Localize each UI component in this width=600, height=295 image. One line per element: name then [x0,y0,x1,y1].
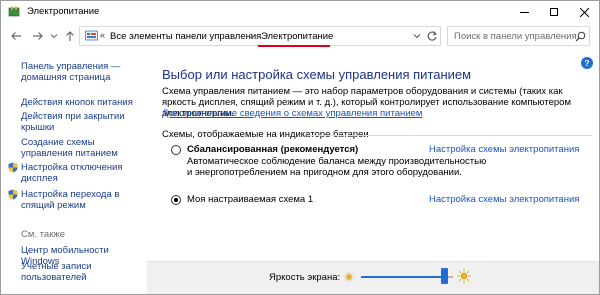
search-icon[interactable] [575,31,586,42]
brightness-bar: Яркость экрана: [147,261,599,294]
plan-balanced-radio[interactable] [171,145,181,155]
chevron-down-icon[interactable] [412,31,422,41]
sidebar-item-display-off[interactable]: Настройка отключения дисплея [21,162,136,184]
breadcrumb-highlight [258,45,330,47]
sidebar-item-sleep[interactable]: Настройка перехода в спящий режим [21,189,136,211]
plan-balanced-label[interactable]: Сбалансированная (рекомендуется) [187,144,358,155]
shield-icon [8,162,18,173]
plan-custom-settings-link[interactable]: Настройка схемы электропитания [429,194,579,205]
breadcrumb-all-items[interactable]: Все элементы панели управления [110,31,261,42]
see-also-heading: См. также [21,229,65,240]
page-title: Выбор или настройка схемы управления пит… [162,67,472,82]
breadcrumb-overflow[interactable]: « [100,30,105,40]
brightness-low-icon [344,272,354,282]
arrow-left-icon [11,32,21,40]
maximize-icon [550,8,558,16]
chevron-down-icon [50,34,58,39]
help-button[interactable]: ? [581,57,593,69]
brightness-high-icon [457,269,471,283]
shield-icon [8,189,18,200]
power-options-icon [8,6,20,17]
sidebar-item-lid-close[interactable]: Действия при закрытии крышки [21,111,131,133]
back-button[interactable] [9,29,23,43]
arrow-up-icon [66,31,74,41]
brightness-label: Яркость экрана: [269,272,341,283]
group-divider [307,135,592,136]
recent-locations-button[interactable] [49,29,59,43]
forward-button[interactable] [31,29,45,43]
refresh-icon[interactable] [426,30,438,42]
navigation-bar: « Все элементы панели управления › Элект… [1,23,599,49]
brightness-slider[interactable] [361,276,453,278]
learn-more-link[interactable]: Дополнительные сведения о схемах управле… [162,108,422,119]
maximize-button[interactable] [539,1,569,23]
sidebar-item-create-plan[interactable]: Создание схемы управления питанием [21,137,143,159]
arrow-right-icon [33,32,43,40]
brightness-slider-thumb[interactable] [440,268,448,284]
minimize-icon [519,11,529,13]
plan-balanced-settings-link[interactable]: Настройка схемы электропитания [429,144,579,155]
see-also-user-accounts[interactable]: Учетные записи пользователей [21,261,121,283]
plan-custom-name[interactable]: Моя настраиваемая схема 1 [187,194,313,205]
plan-custom-radio[interactable] [171,195,181,205]
title-bar[interactable]: Электропитание [1,1,599,23]
plan-balanced-name[interactable]: Сбалансированная (рекомендуется) [187,144,358,155]
sidebar-item-power-buttons[interactable]: Действия кнопок питания [21,97,133,108]
sidebar-home-link[interactable]: Панель управления — домашняя страница [21,61,141,83]
brightness-slider-fill [361,276,444,278]
address-bar[interactable]: « Все элементы панели управления › Элект… [79,26,441,47]
window-title: Электропитание [27,6,100,17]
control-panel-window: Электропитание « Все элементы панели упр… [0,0,600,295]
close-icon [579,7,589,17]
plan-balanced-description: Автоматическое соблюдение баланса между … [187,156,487,178]
close-button[interactable] [569,1,599,23]
search-input[interactable]: Поиск в панели управления [454,31,577,42]
up-button[interactable] [63,29,77,43]
main-content: ? Выбор или настройка схемы управления п… [147,49,599,261]
control-panel-icon [85,30,98,41]
search-box[interactable]: Поиск в панели управления [447,26,590,46]
breadcrumb-power-options[interactable]: Электропитание [261,31,333,42]
minimize-button[interactable] [509,1,539,23]
sidebar: Панель управления — домашняя страница Де… [1,49,147,294]
breadcrumb-separator[interactable]: › [250,30,253,40]
